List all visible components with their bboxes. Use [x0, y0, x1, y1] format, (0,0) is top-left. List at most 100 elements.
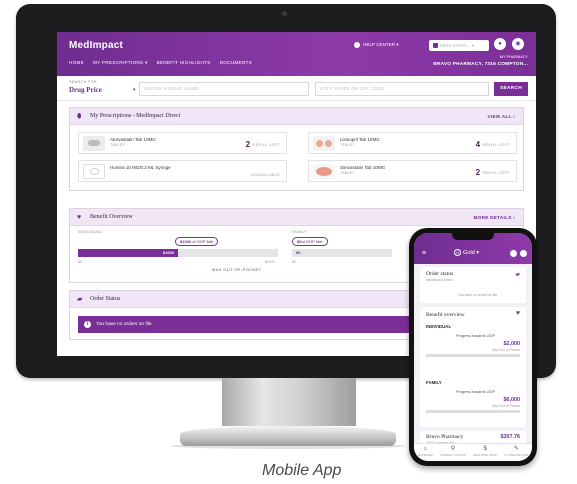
individual-progress-fill: $1000 — [78, 249, 178, 257]
notification-icon[interactable]: ● — [494, 38, 506, 50]
notification-icon[interactable] — [510, 250, 517, 257]
phone-notch — [452, 233, 494, 240]
user-account-select[interactable]: MEDI XXXXX... ▾ — [429, 40, 489, 51]
camera-dot — [282, 11, 287, 16]
nav-my-prescriptions[interactable]: MY PRESCRIPTIONS ▾ — [93, 60, 148, 66]
individual-max: $2000 — [265, 260, 275, 264]
truck-icon: ▰ — [515, 272, 520, 278]
no-orders-message: You have no orders on file. — [96, 322, 153, 327]
order-status-title: Order Status — [90, 296, 121, 302]
nav-home[interactable]: HOME — [69, 60, 84, 66]
family-oop-text: of OOP Met — [301, 239, 323, 244]
price-icon[interactable]: $ DRUG PRICE CHECK — [473, 446, 497, 459]
monitor-stand-base — [180, 426, 396, 446]
family-progress-bar: $0 — [292, 249, 392, 257]
mobile-order-title: Order status — [426, 271, 454, 277]
individual-progress-bar: $1000 — [78, 249, 278, 257]
prescription-item[interactable]: Lisinopril Tab 10MG TABLET 4 REFILL LEFT — [308, 132, 517, 154]
max-oop-label: MAX OUT-OF-POCKET — [212, 267, 262, 272]
prescription-form: TABLET — [340, 143, 356, 147]
pill-icon: ⬮ — [77, 113, 82, 120]
mobile-order-card: Order status MedImpact Direct ▰ You have… — [420, 267, 526, 303]
mobile-ind-sub: Max Out of Pocket — [492, 348, 520, 352]
refill-label: REFILL LEFT — [482, 170, 510, 175]
caption: Mobile App — [262, 462, 342, 479]
main-nav: HOME MY PRESCRIPTIONS ▾ BENEFIT HIGHLIGH… — [69, 60, 252, 66]
refill-count: 2 — [245, 140, 251, 149]
family-label: FAMILY — [292, 230, 308, 234]
tier-label: Gold ▾ — [463, 249, 480, 256]
tier-select[interactable]: G Gold ▾ — [454, 249, 479, 256]
chevron-down-icon[interactable]: ▾ — [133, 87, 136, 93]
individual-oop-bubble: $1000 of OOP Met — [175, 237, 219, 246]
mobile-fam-progress-bar — [426, 410, 520, 413]
more-details-link[interactable]: MORE DETAILS › — [474, 215, 515, 220]
refill-label: REFILL LEFT — [482, 142, 510, 147]
heart-icon: ♥ — [77, 214, 82, 221]
prescriptions-card: ⬮ My Prescriptions - MedImpact Direct VI… — [69, 107, 524, 191]
menu-icon[interactable]: ≡ — [422, 250, 426, 257]
location-input[interactable]: CITY STATE OR ZIP CODE — [315, 82, 489, 96]
search-for-label: SEARCH FOR — [69, 80, 97, 84]
my-pharmacy-link[interactable]: BRAVO PHARMACY, 7316 COMPTON... — [433, 62, 528, 67]
individual-oop-text: of OOP Met — [192, 239, 214, 244]
view-all-link[interactable]: VIEW ALL › — [488, 114, 516, 119]
drug-search-bar: SEARCH FOR Drug Price ▾ ENTER A DRUG NAM… — [57, 76, 536, 101]
prescriptions-card-header: ⬮ My Prescriptions - MedImpact Direct VI… — [70, 108, 523, 125]
monitor-stand-neck — [222, 378, 356, 426]
mobile-benefit-card: Benefit overview ♥ INDIVIDUAL Progress t… — [420, 307, 526, 427]
medimpact-logo[interactable]: MedImpact — [69, 40, 123, 51]
nav-documents[interactable]: DOCUMENTS — [220, 60, 252, 66]
individual-label: INDIVIDUAL — [78, 230, 103, 234]
prescription-item[interactable]: Atorvastatin Tab 10MG TABLET 2 REFILL LEF… — [78, 132, 287, 154]
settings-icon[interactable]: ◉ — [512, 38, 524, 50]
prescription-name: Lisinopril Tab 10MG — [340, 137, 380, 142]
nav-benefit-highlights[interactable]: BENEFIT HIGHLIGHTS — [157, 60, 211, 66]
search-button[interactable]: SEARCH — [494, 82, 528, 96]
info-icon: i — [84, 321, 91, 328]
mobile-bottom-nav: ⌂ DASHBOARD ⚲ PHARMACY LOCATOR $ DRUG PRICE… — [414, 443, 532, 461]
prescription-form: TABLET — [340, 171, 356, 175]
refill-status: 2 REFILL LEFT — [246, 140, 280, 149]
profile-icon[interactable] — [520, 250, 527, 257]
my-pharmacy-label: MY PHARMACY — [499, 55, 528, 59]
mobile-ind-progress-text: Progress towards OOP — [456, 334, 496, 338]
mobile-fam-amount: $6,000 — [503, 397, 521, 403]
heart-icon: ♥ — [515, 310, 520, 317]
mobile-fam-progress-text: Progress towards OOP — [456, 390, 496, 394]
mobile-pharmacy-price: $307.76 — [500, 434, 521, 440]
help-center-menu[interactable]: HELP CENTER ▾ — [354, 42, 399, 48]
prescription-item[interactable]: Simvastatin Tab 10MG TABLET 2 REFILL LEFT — [308, 160, 517, 182]
no-image-icon — [83, 164, 105, 179]
individual-oop-amount: $1000 — [180, 239, 192, 244]
prescription-item[interactable]: Humira 10 MG/0.2 ML Syringe UNAVAILABLE — [78, 160, 287, 182]
refill-status: 4 REFILL LEFT — [476, 140, 510, 149]
web-header: MedImpact HOME MY PRESCRIPTIONS ▾ BENEFI… — [57, 32, 536, 76]
help-icon — [354, 42, 360, 48]
pill-image — [313, 136, 335, 151]
prescription-name: Atorvastatin Tab 10MG — [110, 137, 156, 142]
search-type-select[interactable]: Drug Price — [69, 86, 102, 94]
mobile-individual-label: INDIVIDUAL — [426, 324, 452, 329]
home-icon[interactable]: ⌂ DASHBOARD — [418, 446, 433, 459]
mobile-screen: ≡ G Gold ▾ Order status MedImpact Direct … — [414, 233, 532, 461]
availability-status: UNAVAILABLE — [251, 173, 280, 177]
refill-count: 2 — [475, 168, 481, 177]
marketing-scene: MedImpact HOME MY PRESCRIPTIONS ▾ BENEFI… — [0, 0, 577, 484]
benefit-title: Benefit Overview — [90, 214, 133, 220]
mobile-ind-amount: $2,000 — [503, 341, 521, 347]
benefit-card-header: ♥ Benefit Overview MORE DETAILS › — [70, 209, 523, 226]
mobile-fam-sub: Max Out of Pocket — [492, 404, 520, 408]
mobile-family-label: FAMILY — [426, 380, 442, 385]
user-icon — [433, 43, 438, 48]
drug-name-input[interactable]: ENTER A DRUG NAME — [139, 82, 309, 96]
family-fill-label: $0 — [296, 250, 301, 255]
pill-icon[interactable]: ✎ MY PRESCRIPTIONS — [505, 446, 529, 459]
location-icon[interactable]: ⚲ PHARMACY LOCATOR — [440, 446, 466, 459]
help-center-label: HELP CENTER ▾ — [363, 42, 399, 47]
mobile-ind-progress-bar — [426, 354, 520, 357]
pill-image — [83, 136, 105, 151]
tier-icon: G — [454, 249, 461, 256]
pill-image — [313, 164, 335, 179]
mobile-pharmacy-name: Bravo Pharmacy — [426, 434, 464, 440]
